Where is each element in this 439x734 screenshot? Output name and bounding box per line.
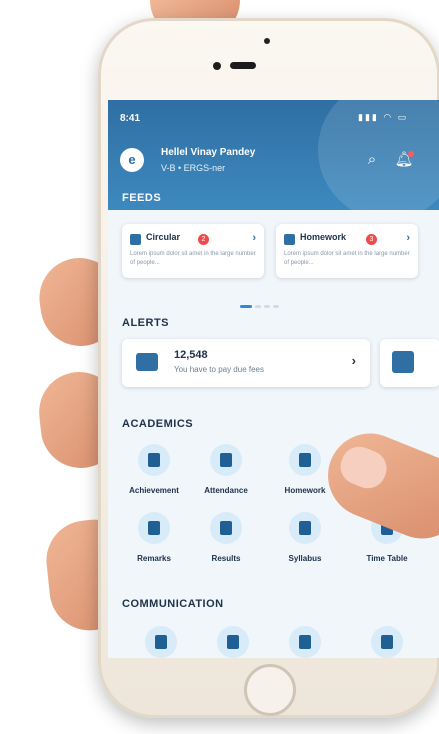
- circular-icon: [130, 234, 141, 245]
- feed-title: Homework: [300, 232, 347, 242]
- carousel-dot[interactable]: [264, 305, 270, 308]
- tile-label: Achievement: [129, 486, 179, 495]
- tile-transport[interactable]: [268, 626, 342, 658]
- remarks-icon: [138, 512, 170, 544]
- feed-text: Lorem ipsum dolor sit amet in the large …: [284, 251, 410, 266]
- avatar[interactable]: e: [120, 148, 144, 172]
- feed-badge: 3: [366, 234, 377, 245]
- chevron-right-icon[interactable]: ›: [406, 232, 410, 244]
- carousel-dots[interactable]: [240, 295, 282, 313]
- app-screen: 8:41 ▮▮▮ ◠ ▭ e Hellel Vinay Pandey V-B •…: [108, 100, 439, 658]
- calendar-icon: [210, 444, 242, 476]
- feed-card-homework[interactable]: Homework 3 › Lorem ipsum dolor sit amet …: [276, 224, 418, 278]
- results-icon: [210, 512, 242, 544]
- tile-syllabus[interactable]: Syllabus: [268, 512, 342, 563]
- alert-amount: 12,548: [174, 349, 208, 361]
- speaker-grille: [230, 62, 256, 69]
- home-button[interactable]: [244, 664, 296, 716]
- book-icon: [289, 444, 321, 476]
- carousel-dot[interactable]: [273, 305, 279, 308]
- alert-card-fees[interactable]: 12,548 You have to pay due fees ›: [122, 339, 370, 387]
- trophy-icon: [138, 444, 170, 476]
- tile-message[interactable]: [124, 626, 198, 658]
- tile-video[interactable]: [350, 626, 424, 658]
- transport-icon: [289, 626, 321, 658]
- app-header: 8:41 ▮▮▮ ◠ ▭ e Hellel Vinay Pandey V-B •…: [108, 100, 439, 220]
- section-academics: ACADEMICS: [122, 418, 194, 430]
- status-icons: ▮▮▮ ◠ ▭: [358, 112, 409, 122]
- syllabus-icon: [289, 512, 321, 544]
- feed-text: Lorem ipsum dolor sit amet in the large …: [130, 251, 256, 266]
- tile-label: Results: [211, 554, 241, 563]
- tile-events[interactable]: [196, 626, 270, 658]
- fees-icon: [136, 353, 158, 371]
- tile-remarks[interactable]: Remarks: [117, 512, 191, 563]
- tile-label: Syllabus: [288, 554, 322, 563]
- alert-text: You have to pay due fees: [174, 365, 264, 374]
- feed-title: Circular: [146, 232, 181, 242]
- camera-icon: [213, 62, 221, 70]
- user-class: V-B • ERGS-ner: [161, 163, 226, 173]
- carousel-dot[interactable]: [255, 305, 261, 308]
- tile-label: Time Table: [366, 554, 408, 563]
- alert-card-next[interactable]: [380, 339, 439, 387]
- message-icon: [145, 626, 177, 658]
- section-alerts: ALERTS: [122, 317, 169, 329]
- search-icon[interactable]: ⌕: [362, 150, 382, 170]
- tile-attendance[interactable]: Attendance: [189, 444, 263, 495]
- tile-label: Attendance: [204, 486, 248, 495]
- feed-card-circular[interactable]: Circular 2 › Lorem ipsum dolor sit amet …: [122, 224, 264, 278]
- homework-icon: [284, 234, 295, 245]
- tile-achievement[interactable]: Achievement: [117, 444, 191, 495]
- status-time: 8:41: [120, 113, 141, 124]
- carousel-dot[interactable]: [240, 305, 252, 308]
- calendar-icon: [392, 351, 414, 373]
- chevron-right-icon[interactable]: ›: [352, 353, 356, 368]
- tile-results[interactable]: Results: [189, 512, 263, 563]
- thumb-nail: [335, 441, 393, 494]
- notification-dot: [408, 151, 414, 157]
- section-communication: COMMUNICATION: [122, 598, 224, 610]
- user-name: Hellel Vinay Pandey: [161, 147, 256, 158]
- tile-label: Remarks: [137, 554, 171, 563]
- video-icon: [371, 626, 403, 658]
- calendar-icon: [217, 626, 249, 658]
- section-feeds: FEEDS: [122, 192, 162, 204]
- chevron-right-icon[interactable]: ›: [252, 232, 256, 244]
- feed-badge: 2: [198, 234, 209, 245]
- front-camera-icon: [264, 38, 270, 44]
